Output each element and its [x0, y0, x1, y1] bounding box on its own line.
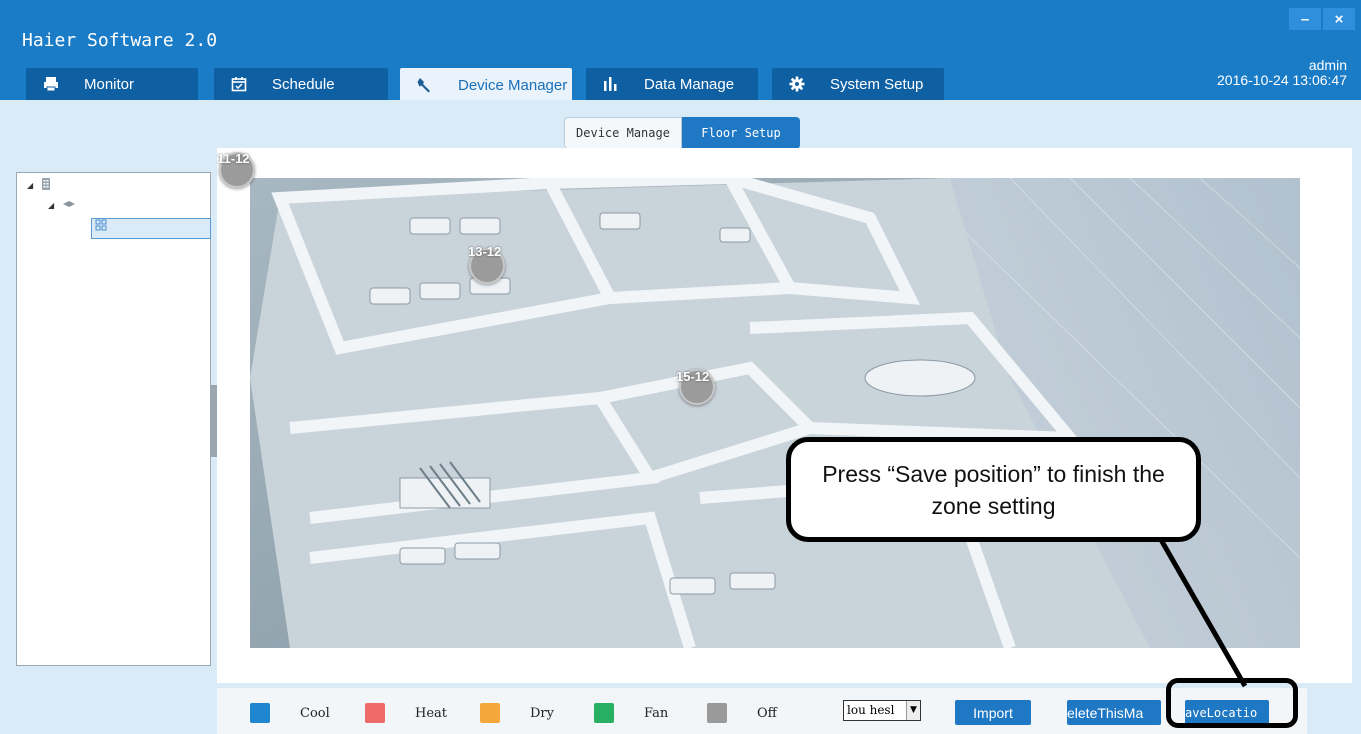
username: admin	[1308, 57, 1347, 73]
zone-label: 13-12	[468, 244, 502, 259]
building-icon	[39, 177, 53, 194]
floor-select[interactable]: lou hesl ▼	[843, 700, 921, 721]
expand-arrow-icon[interactable]: ◢	[27, 181, 33, 190]
tab-label: System Setup	[830, 75, 924, 93]
sub-tabs: Device Manage Floor Setup	[564, 117, 800, 149]
gear-icon	[786, 74, 808, 94]
delete-map-button[interactable]: eleteThisMa	[1067, 700, 1161, 725]
app-title: Haier Software 2.0	[22, 30, 218, 51]
title-bar: Haier Software 2.0 – × Monitor Schedule …	[0, 0, 1361, 102]
tab-data-manage[interactable]: Data Manage	[586, 68, 758, 100]
tree-floor[interactable]: ◢	[48, 199, 76, 212]
tree-root[interactable]: ◢	[27, 177, 53, 194]
instruction-callout: Press “Save position” to finish the zone…	[786, 437, 1201, 542]
import-button[interactable]: Import	[955, 700, 1031, 725]
calendar-icon	[228, 74, 250, 94]
floor-icon	[62, 199, 76, 212]
legend-heat: Heat	[365, 703, 447, 723]
legend-dry: Dry	[480, 703, 554, 723]
tree-zone-selected[interactable]	[91, 218, 211, 239]
subtab-floor-setup[interactable]: Floor Setup	[682, 117, 800, 149]
datetime: 2016-10-24 13:06:47	[1217, 72, 1347, 88]
legend-swatch	[365, 703, 385, 723]
content-area: Device Manage Floor Setup ◢ ◢ 11-12 13-1…	[0, 100, 1361, 734]
expand-arrow-icon[interactable]: ◢	[48, 201, 54, 210]
tab-label: Monitor	[84, 75, 135, 93]
legend-cool: Cool	[250, 703, 330, 723]
tab-device-manager[interactable]: Device Manager	[400, 68, 572, 102]
zone-label: 15-12	[676, 369, 710, 384]
legend-swatch	[250, 703, 270, 723]
legend-swatch	[594, 703, 614, 723]
panel-splitter[interactable]	[210, 385, 217, 457]
legend-swatch	[707, 703, 727, 723]
floor-tree: ◢ ◢	[16, 172, 211, 666]
save-button-highlight	[1166, 678, 1298, 728]
legend-swatch	[480, 703, 500, 723]
floor-plan-image	[250, 178, 1300, 648]
tab-system-setup[interactable]: System Setup	[772, 68, 944, 100]
tab-label: Schedule	[272, 75, 335, 93]
tab-schedule[interactable]: Schedule	[214, 68, 388, 100]
tab-monitor[interactable]: Monitor	[26, 68, 198, 100]
chevron-down-icon[interactable]: ▼	[906, 701, 920, 720]
tab-label: Device Manager	[458, 76, 568, 94]
bar-chart-icon	[600, 74, 622, 94]
wrench-icon	[414, 75, 436, 95]
callout-pointer	[1157, 538, 1248, 688]
minimize-button[interactable]: –	[1289, 8, 1321, 30]
subtab-device-manage[interactable]: Device Manage	[564, 117, 682, 149]
legend-fan: Fan	[594, 703, 668, 723]
zone-label: 11-12	[217, 151, 250, 166]
tab-label: Data Manage	[644, 75, 735, 93]
bottom-toolbar: Cool Heat Dry Fan Off lou hesl ▼ Import …	[217, 688, 1307, 734]
legend-off: Off	[707, 703, 777, 723]
close-button[interactable]: ×	[1323, 8, 1355, 30]
user-info: admin 2016-10-24 13:06:47	[1217, 58, 1347, 88]
grid-icon	[95, 219, 107, 234]
printer-icon	[40, 74, 62, 94]
window-controls: – ×	[1289, 8, 1355, 30]
